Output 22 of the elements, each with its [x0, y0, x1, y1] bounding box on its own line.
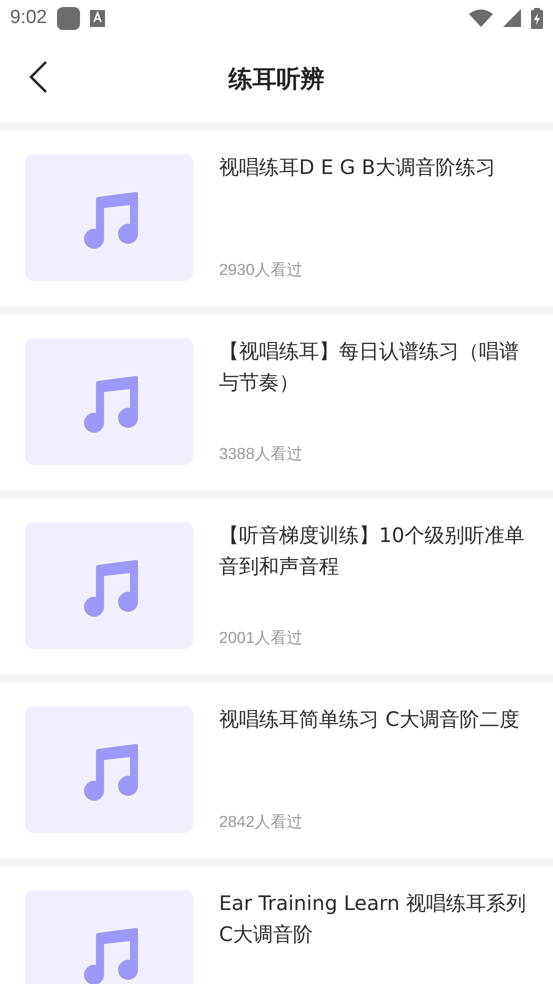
view-count: 3388人看过: [219, 444, 304, 465]
lesson-card[interactable]: 【视唱练耳】每日认谱练习（唱谱与节奏） 3388人看过: [0, 314, 553, 490]
app-notification-icon: [56, 6, 80, 30]
lesson-title: 【听音梯度训练】10个级别听准单音到和声音程: [219, 522, 526, 580]
battery-icon: [531, 8, 543, 28]
lesson-title: Ear Training Learn 视唱练耳系列C大调音阶: [219, 890, 528, 948]
lesson-card[interactable]: Ear Training Learn 视唱练耳系列C大调音阶: [0, 866, 553, 984]
lesson-title: 视唱练耳简单练习 C大调音阶二度: [219, 706, 520, 733]
lesson-card[interactable]: 【听音梯度训练】10个级别听准单音到和声音程 2001人看过: [0, 498, 553, 674]
view-count: 2001人看过: [219, 628, 304, 649]
lesson-card[interactable]: 视唱练耳D E G B大调音阶练习 2930人看过: [0, 130, 553, 306]
status-time: 9:02: [10, 7, 47, 29]
page-title: 练耳听辨: [228, 64, 324, 95]
wifi-icon: [469, 9, 493, 27]
lesson-title: 视唱练耳D E G B大调音阶练习: [219, 154, 496, 181]
view-count: 2842人看过: [219, 812, 304, 833]
signal-icon: [503, 9, 521, 27]
view-count: 2930人看过: [219, 260, 304, 281]
keyboard-notification-icon: [90, 10, 105, 26]
lesson-card[interactable]: 视唱练耳简单练习 C大调音阶二度 2842人看过: [0, 682, 553, 858]
lesson-title: 【视唱练耳】每日认谱练习（唱谱与节奏）: [219, 338, 520, 396]
back-icon[interactable]: [28, 60, 50, 94]
